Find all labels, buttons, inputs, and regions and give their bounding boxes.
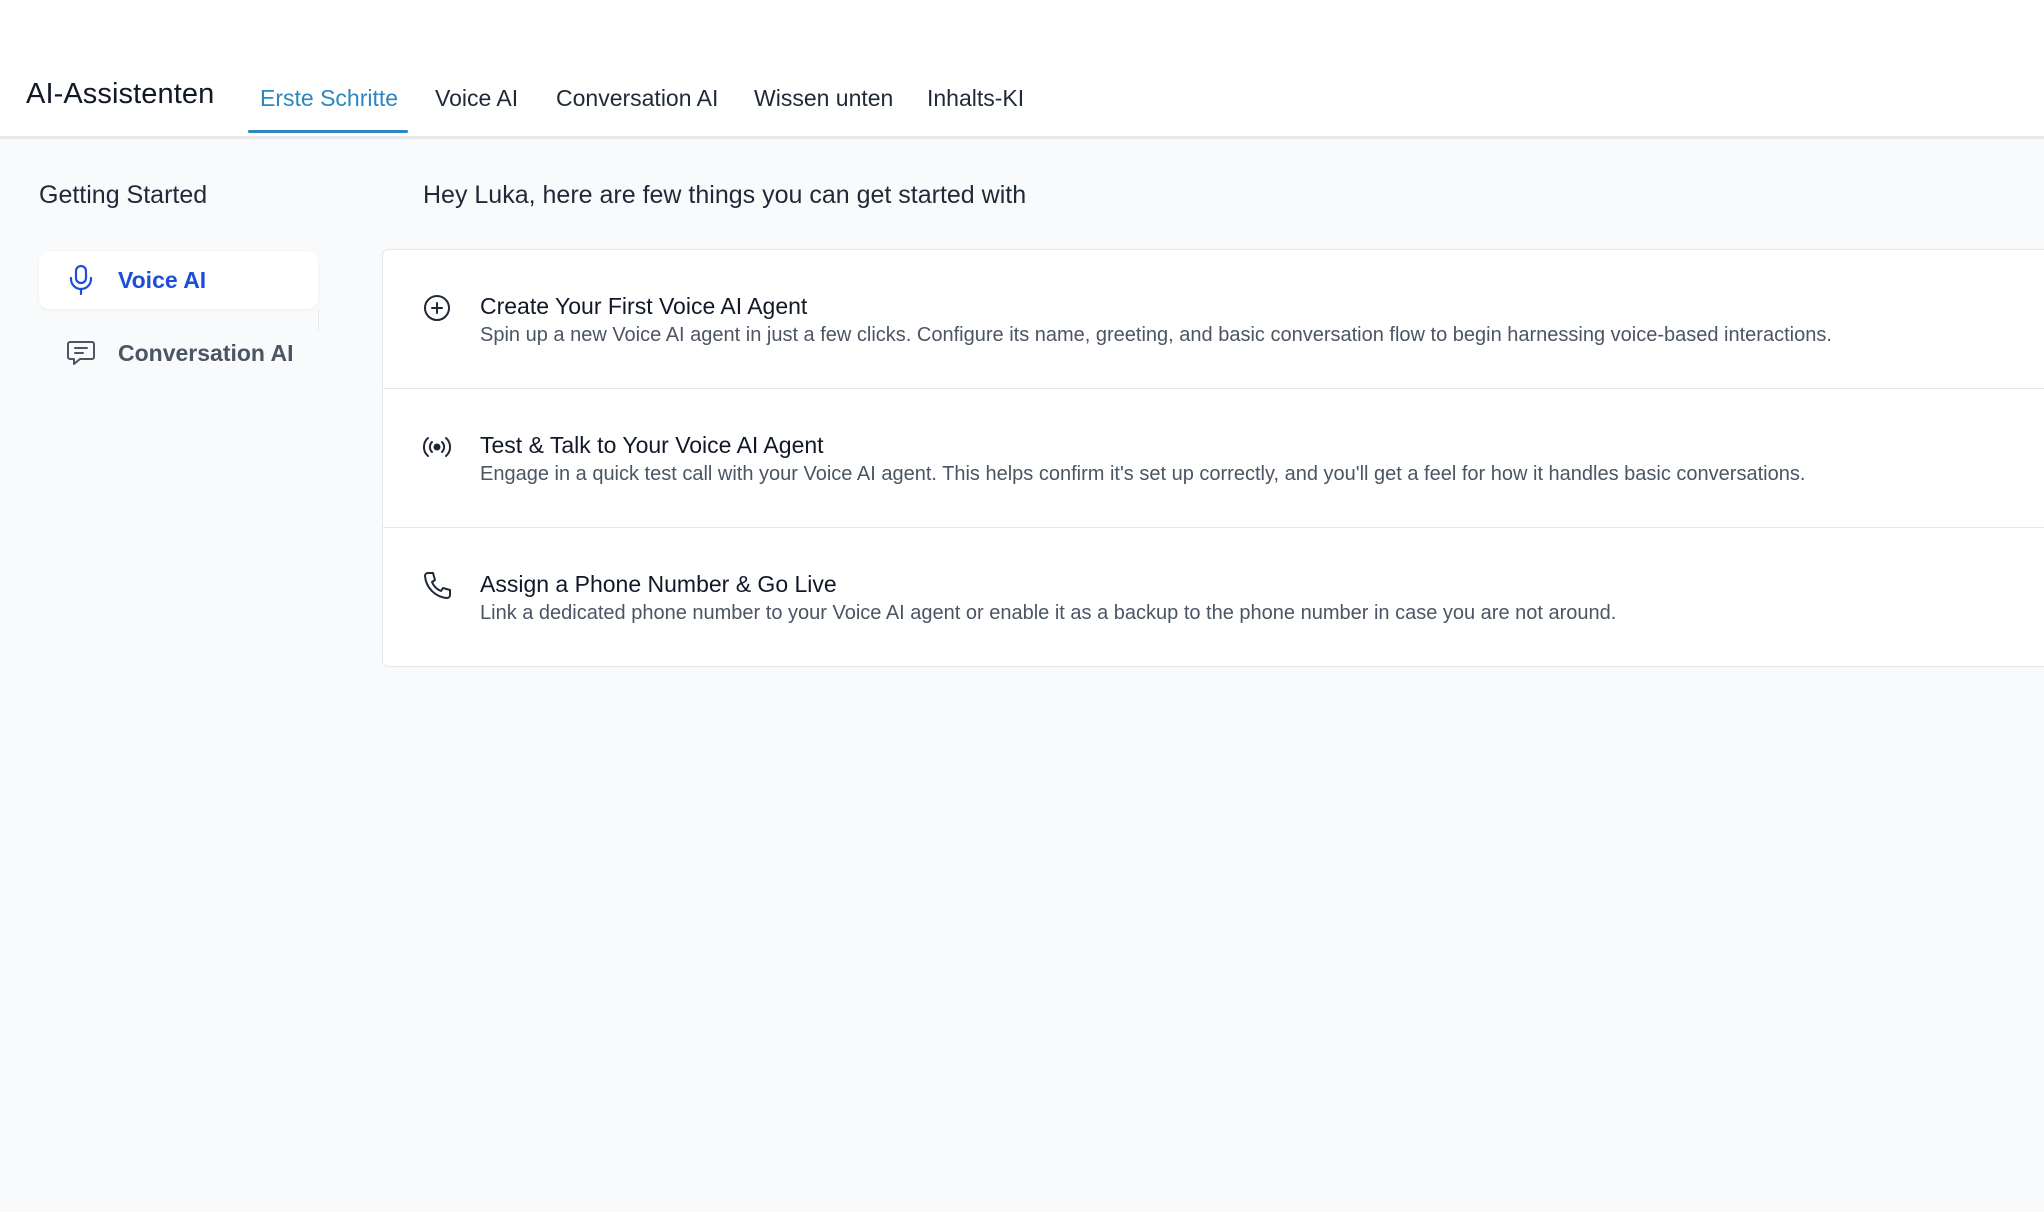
step-title: Create Your First Voice AI Agent xyxy=(480,293,808,319)
app-title: AI-Assistenten xyxy=(26,78,215,110)
sidebar-divider xyxy=(318,310,319,330)
step-description: Link a dedicated phone number to your Vo… xyxy=(480,602,1617,624)
step-title: Test & Talk to Your Voice AI Agent xyxy=(480,432,824,458)
sidebar-item-conversation-ai[interactable]: Conversation AI xyxy=(39,324,318,382)
broadcast-icon xyxy=(421,431,453,463)
active-tab-indicator xyxy=(248,130,408,133)
getting-started-card: Create Your First Voice AI Agent Spin up… xyxy=(382,249,2044,667)
step-create-agent[interactable]: Create Your First Voice AI Agent Spin up… xyxy=(383,250,2044,389)
tab-voice-ai[interactable]: Voice AI xyxy=(435,85,518,112)
chat-icon xyxy=(66,338,96,368)
tab-wissen-unten[interactable]: Wissen unten xyxy=(754,85,893,112)
plus-circle-icon xyxy=(421,292,453,324)
tab-conversation-ai[interactable]: Conversation AI xyxy=(556,85,718,112)
step-description: Spin up a new Voice AI agent in just a f… xyxy=(480,324,1832,346)
sidebar-title: Getting Started xyxy=(39,181,208,209)
step-description: Engage in a quick test call with your Vo… xyxy=(480,463,1806,485)
tab-erste-schritte[interactable]: Erste Schritte xyxy=(260,85,398,112)
step-title: Assign a Phone Number & Go Live xyxy=(480,571,837,597)
top-header: AI-Assistenten Erste Schritte Voice AI C… xyxy=(0,0,2044,139)
sidebar-item-label: Conversation AI xyxy=(118,339,294,366)
step-assign-number[interactable]: Assign a Phone Number & Go Live Link a d… xyxy=(383,528,2044,667)
tab-inhalts-ki[interactable]: Inhalts-KI xyxy=(927,85,1024,112)
step-test-agent[interactable]: Test & Talk to Your Voice AI Agent Engag… xyxy=(383,389,2044,528)
microphone-icon xyxy=(66,264,96,296)
phone-icon xyxy=(421,570,453,602)
sidebar-item-label: Voice AI xyxy=(118,266,207,293)
sidebar-item-voice-ai[interactable]: Voice AI xyxy=(39,251,318,309)
greeting-text: Hey Luka, here are few things you can ge… xyxy=(423,181,1027,209)
